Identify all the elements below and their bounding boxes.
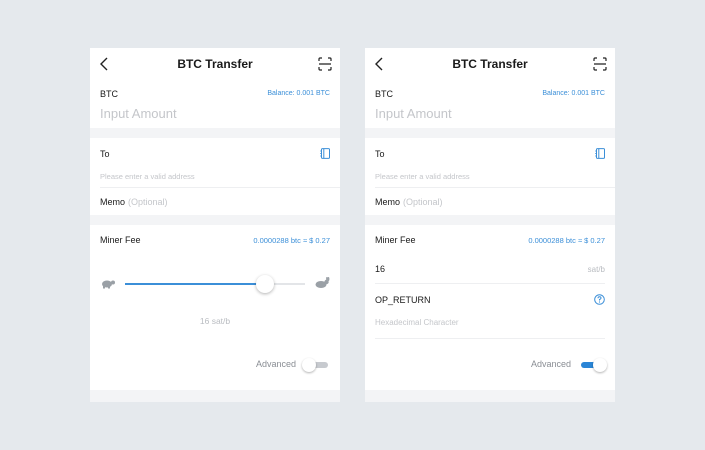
miner-fee-section: Miner Fee 0.0000288 btc ≈ $ 0.27 16 sat/… [365, 225, 615, 390]
miner-fee-label: Miner Fee [375, 235, 416, 245]
advanced-toggle[interactable] [302, 358, 328, 372]
memo-optional: (Optional) [128, 197, 168, 207]
coin-label: BTC [100, 89, 118, 99]
address-book-icon[interactable] [595, 148, 605, 159]
recipient-section: To Please enter a valid address Memo (Opt… [365, 138, 615, 215]
scan-icon[interactable] [318, 57, 332, 71]
back-arrow-icon[interactable] [99, 57, 111, 71]
amount-section: BTC Balance: 0.001 BTC Input Amount [365, 80, 615, 128]
fee-slider-fill [125, 283, 266, 285]
page-title: BTC Transfer [452, 57, 528, 71]
coin-label: BTC [375, 89, 393, 99]
advanced-toggle[interactable] [581, 358, 607, 372]
memo-optional: (Optional) [403, 197, 443, 207]
memo-field[interactable]: Memo (Optional) [100, 197, 168, 207]
balance-label: Balance: 0.001 BTC [542, 90, 605, 97]
op-return-input[interactable]: Hexadecimal Character [375, 318, 459, 327]
transfer-screen-basic: BTC Transfer BTC Balance: 0.001 BTC Inpu… [90, 48, 340, 402]
advanced-label: Advanced [255, 359, 296, 369]
advanced-label: Advanced [530, 359, 571, 369]
sat-input[interactable]: 16 [375, 264, 385, 274]
sat-rate: 16 sat/b [199, 316, 231, 326]
memo-label: Memo [100, 197, 126, 207]
balance-label: Balance: 0.001 BTC [267, 90, 330, 97]
op-return-label: OP_RETURN [375, 295, 431, 305]
fee-slider-thumb[interactable] [256, 275, 275, 293]
turtle-icon [102, 280, 115, 289]
miner-fee-value: 0.0000288 btc ≈ $ 0.27 [253, 236, 330, 245]
header: BTC Transfer [90, 48, 340, 80]
memo-label: Memo [375, 197, 401, 207]
scan-icon[interactable] [593, 57, 607, 71]
address-input[interactable]: Please enter a valid address [375, 172, 470, 181]
page-title: BTC Transfer [177, 57, 253, 71]
memo-field[interactable]: Memo (Optional) [375, 197, 443, 207]
amount-input[interactable]: Input Amount [100, 106, 177, 121]
address-book-icon[interactable] [320, 148, 330, 159]
transfer-screen-advanced: BTC Transfer BTC Balance: 0.001 BTC Inpu… [365, 48, 615, 402]
fee-slider[interactable] [125, 275, 305, 293]
amount-section: BTC Balance: 0.001 BTC Input Amount [90, 80, 340, 128]
address-input[interactable]: Please enter a valid address [100, 172, 195, 181]
miner-fee-section: Miner Fee 0.0000288 btc ≈ $ 0.27 16 sat/… [90, 225, 340, 390]
recipient-section: To Please enter a valid address Memo (Opt… [90, 138, 340, 215]
rabbit-icon [315, 277, 330, 288]
miner-fee-value: 0.0000288 btc ≈ $ 0.27 [528, 236, 605, 245]
to-label: To [100, 149, 110, 159]
to-label: To [375, 149, 385, 159]
amount-input[interactable]: Input Amount [375, 106, 452, 121]
miner-fee-label: Miner Fee [100, 235, 141, 245]
help-icon[interactable] [594, 294, 605, 305]
back-arrow-icon[interactable] [374, 57, 386, 71]
header: BTC Transfer [365, 48, 615, 80]
sat-unit: sat/b [587, 265, 605, 274]
